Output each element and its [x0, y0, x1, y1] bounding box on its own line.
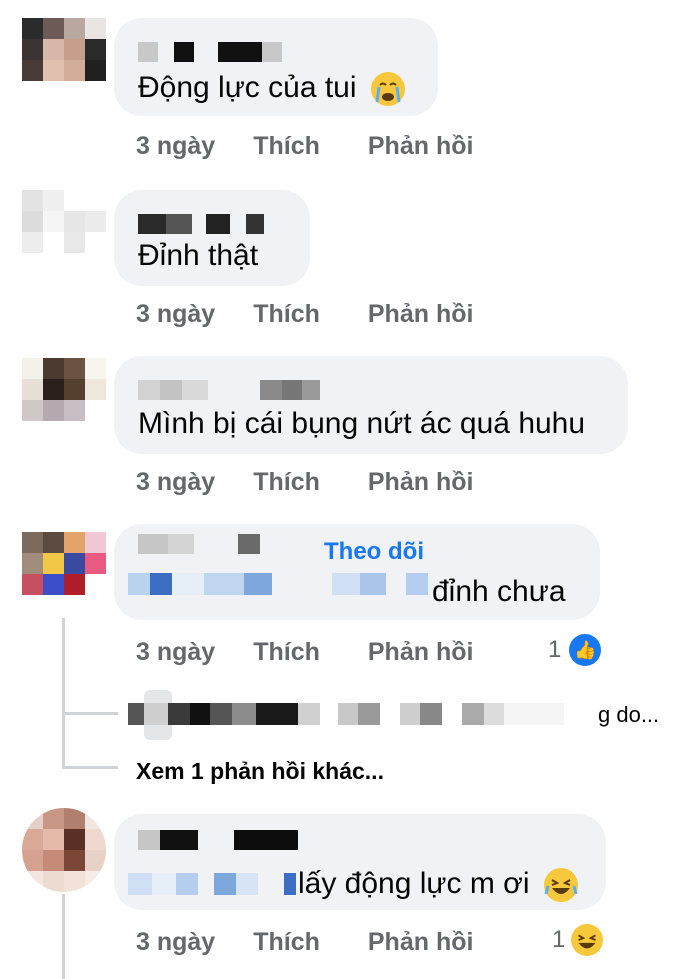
- timestamp[interactable]: 3 ngày: [136, 300, 215, 329]
- blurred-author-name[interactable]: [138, 42, 282, 62]
- crying-face-icon: [370, 72, 405, 107]
- thread-line: [62, 618, 65, 766]
- thread-branch: [62, 766, 118, 769]
- like-button[interactable]: Thích: [253, 468, 320, 497]
- thread-branch: [62, 712, 118, 715]
- reply-button[interactable]: Phản hồi: [368, 638, 474, 667]
- timestamp[interactable]: 3 ngày: [136, 928, 215, 957]
- like-button[interactable]: Thích: [253, 132, 320, 161]
- like-button[interactable]: Thích: [253, 638, 320, 667]
- comment-bubble: Theo dõi đỉnh chưa: [114, 524, 600, 620]
- comment-text: Đỉnh thật: [138, 239, 259, 272]
- like-button[interactable]: Thích: [253, 300, 320, 329]
- reaction-count: 1: [552, 926, 566, 953]
- comment-bubble: Động lực của tui: [114, 18, 438, 116]
- reaction-summary[interactable]: 1 👍: [548, 634, 602, 666]
- blurred-author-name[interactable]: [138, 380, 320, 400]
- comment-text: đỉnh chưa: [432, 575, 566, 608]
- comment-text: lấy động lực m ơi: [298, 866, 578, 903]
- blurred-author-name[interactable]: [138, 534, 320, 554]
- avatar[interactable]: [22, 18, 106, 102]
- timestamp[interactable]: 3 ngày: [136, 638, 215, 667]
- comment-bubble: lấy động lực m ơi: [114, 814, 606, 910]
- comment-text: Động lực của tui: [138, 70, 405, 107]
- comment-bubble: Mình bị cái bụng nứt ác quá huhu: [114, 356, 628, 454]
- like-icon: 👍: [569, 634, 602, 666]
- comment-actions: 3 ngày Thích Phản hồi: [136, 636, 473, 668]
- thread-line: [62, 894, 65, 979]
- laugh-icon: [571, 924, 604, 956]
- reply-button[interactable]: Phản hồi: [368, 132, 474, 161]
- reply-preview-text: g do...: [598, 702, 660, 727]
- reply-button[interactable]: Phản hồi: [368, 468, 474, 497]
- blurred-text: [128, 872, 296, 896]
- avatar[interactable]: [22, 190, 106, 274]
- comment-actions: 3 ngày Thích Phản hồi: [136, 130, 473, 162]
- blurred-text: [128, 572, 428, 596]
- reaction-summary[interactable]: 1: [552, 924, 604, 956]
- timestamp[interactable]: 3 ngày: [136, 468, 215, 497]
- comment-text: Mình bị cái bụng nứt ác quá huhu: [138, 407, 586, 440]
- comment-bubble: Đỉnh thật: [114, 190, 310, 286]
- comment-actions: 3 ngày Thích Phản hồi: [136, 298, 473, 330]
- avatar[interactable]: [22, 808, 106, 892]
- avatar[interactable]: [22, 532, 106, 616]
- avatar[interactable]: [22, 358, 106, 442]
- blurred-author-name[interactable]: [138, 830, 298, 850]
- blurred-author-name[interactable]: [138, 214, 264, 234]
- laughing-face-icon: [543, 868, 578, 903]
- like-button[interactable]: Thích: [253, 928, 320, 957]
- timestamp[interactable]: 3 ngày: [136, 132, 215, 161]
- comment-actions: 3 ngày Thích Phản hồi: [136, 926, 473, 958]
- follow-link[interactable]: Theo dõi: [324, 538, 424, 566]
- reply-button[interactable]: Phản hồi: [368, 300, 474, 329]
- reply-button[interactable]: Phản hồi: [368, 928, 474, 957]
- blurred-text: [128, 702, 564, 726]
- comment-actions: 3 ngày Thích Phản hồi: [136, 466, 473, 498]
- view-more-replies[interactable]: Xem 1 phản hồi khác...: [136, 758, 384, 785]
- reaction-count: 1: [548, 636, 562, 663]
- reply-preview[interactable]: g do...: [128, 690, 688, 740]
